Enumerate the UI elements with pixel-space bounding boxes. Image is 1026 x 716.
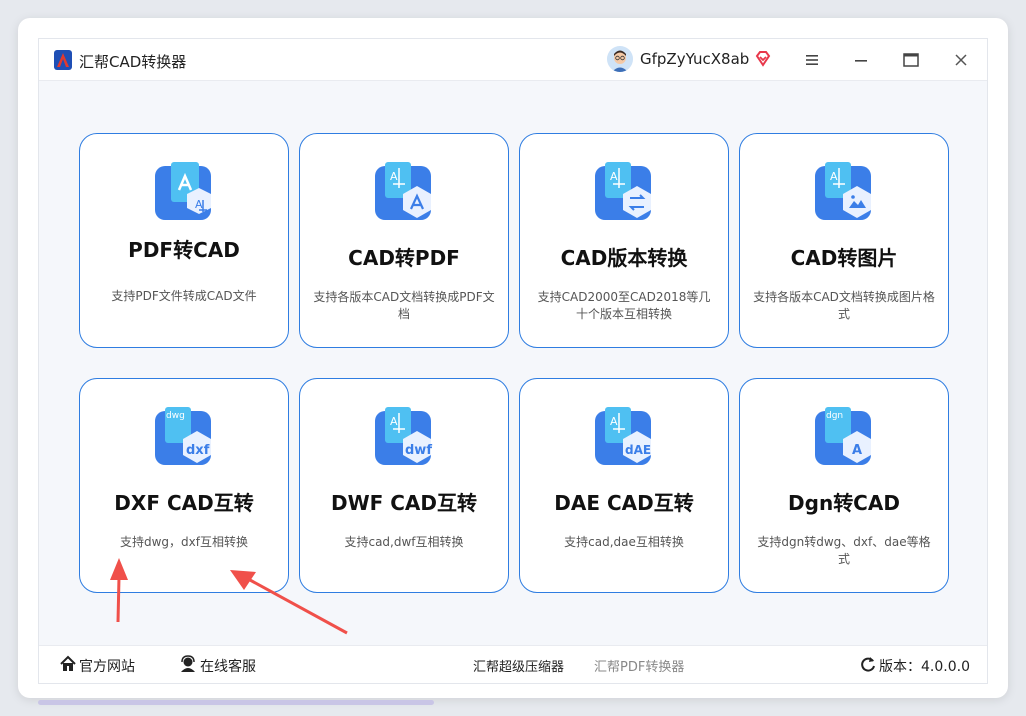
title-bar: 汇帮CAD转换器 GfpZyYucX8ab [39,39,987,81]
online-support-link[interactable]: 在线客服 [200,656,256,676]
svg-text:A: A [390,170,398,183]
card-cad-version[interactable]: A CAD版本转换 支持CAD2000至CAD2018等几十个版本互相转换 [519,133,729,348]
svg-text:dAE: dAE [625,443,651,457]
customer-service-icon[interactable] [179,655,197,673]
avatar[interactable] [607,46,633,72]
card-dgn-to-cad[interactable]: dgn A Dgn转CAD 支持dgn转dwg、dxf、dae等格式 [739,378,949,593]
card-title: DWF CAD互转 [330,491,478,515]
card-cad-to-image[interactable]: A CAD转图片 支持各版本CAD文档转换成图片格式 [739,133,949,348]
card-title: CAD转图片 [790,246,898,270]
username[interactable]: GfpZyYucX8ab [640,50,749,68]
card-title: DXF CAD互转 [114,491,254,515]
card-dae-cad[interactable]: A dAE DAE CAD互转 支持cad,dae互相转换 [519,378,729,593]
app-logo-icon [54,50,72,70]
card-title: PDF转CAD [128,238,240,262]
card-pdf-to-cad[interactable]: A PDF转CAD 支持PDF文件转成CAD文件 [79,133,289,348]
home-icon[interactable] [59,655,77,673]
card-description: 支持dgn转dwg、dxf、dae等格式 [757,535,931,566]
svg-text:A: A [852,443,862,458]
app-title: 汇帮CAD转换器 [79,53,187,71]
cad-version-icon: A [595,162,651,220]
svg-text:A: A [830,170,838,183]
svg-text:dwf: dwf [405,443,432,458]
card-title: Dgn转CAD [788,491,900,515]
card-cad-to-pdf[interactable]: A CAD转PDF 支持各版本CAD文档转换成PDF文档 [299,133,509,348]
pdf-to-cad-icon: A [155,162,211,220]
card-description: 支持CAD2000至CAD2018等几十个版本互相转换 [537,290,711,321]
compressor-link[interactable]: 汇帮超级压缩器 [473,656,564,675]
refresh-icon[interactable] [859,655,877,673]
pdf-converter-link[interactable]: 汇帮PDF转换器 [594,656,684,675]
cad-to-image-icon: A [815,162,871,220]
maximize-icon[interactable] [900,49,922,71]
close-icon[interactable] [950,49,972,71]
card-description: 支持各版本CAD文档转换成PDF文档 [313,290,495,321]
card-description: 支持PDF文件转成CAD文件 [111,289,257,303]
app-window: 汇帮CAD转换器 GfpZyYucX8ab A PDF转CAD 支持PDF文件转… [38,38,988,684]
official-website-link[interactable]: 官方网站 [79,656,135,676]
dae-icon: A dAE [595,407,651,465]
svg-text:A: A [195,198,203,211]
card-description: 支持各版本CAD文档转换成图片格式 [753,290,935,321]
svg-text:A: A [610,170,618,183]
dxf-icon: dwg dxf [155,407,211,465]
cad-to-pdf-icon: A [375,162,431,220]
svg-text:dgn: dgn [826,411,843,421]
card-dxf-cad[interactable]: dwg dxf DXF CAD互转 支持dwg，dxf互相转换 [79,378,289,593]
dwf-icon: A dwf [375,407,432,465]
menu-icon[interactable] [801,49,823,71]
card-description: 支持cad,dwf互相转换 [344,535,464,549]
card-title: CAD版本转换 [560,246,688,270]
svg-text:A: A [390,415,398,428]
user-avatar-icon [607,46,633,72]
card-title: CAD转PDF [348,246,460,270]
svg-text:A: A [610,415,618,428]
dgn-icon: dgn A [815,407,871,465]
card-description: 支持dwg，dxf互相转换 [120,535,248,549]
svg-text:dwg: dwg [166,411,185,421]
footer-bar: 官方网站 在线客服 汇帮超级压缩器 汇帮PDF转换器 版本：4.0.0.0 [39,645,987,683]
vip-diamond-icon[interactable] [754,50,772,68]
minimize-icon[interactable] [850,49,872,71]
version-label: 版本：4.0.0.0 [879,659,970,675]
card-description: 支持cad,dae互相转换 [564,535,684,549]
taskbar-strip [38,700,434,705]
svg-text:dxf: dxf [186,443,210,458]
card-title: DAE CAD互转 [554,491,694,515]
card-dwf-cad[interactable]: A dwf DWF CAD互转 支持cad,dwf互相转换 [299,378,509,593]
